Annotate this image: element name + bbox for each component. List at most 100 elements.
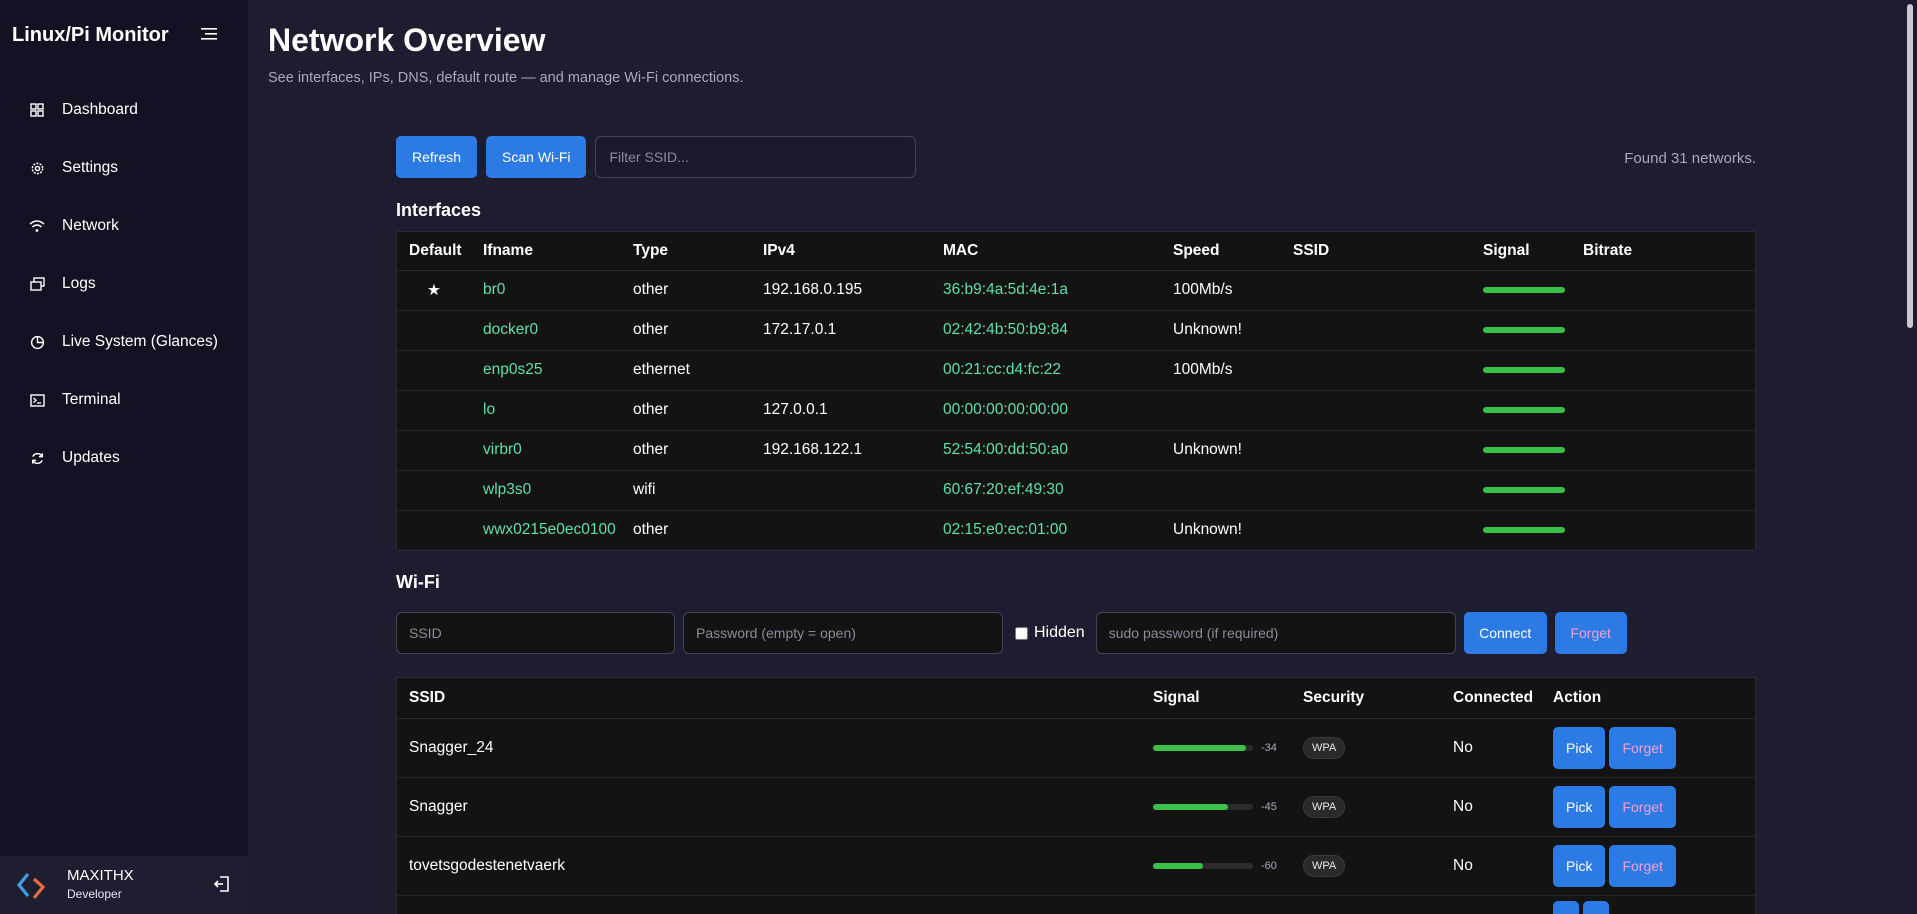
sidebar-item-live-system[interactable]: Live System (Glances)	[0, 313, 248, 371]
signal-bar	[1483, 287, 1565, 293]
pick-button[interactable]	[1553, 901, 1579, 914]
col-ssid: SSID	[397, 678, 1141, 719]
security-badge: WPA	[1303, 795, 1346, 818]
signal-meter	[1153, 803, 1253, 810]
table-row: ★ br0 other 192.168.0.195 36:b9:4a:5d:4e…	[397, 270, 1755, 311]
table-row: Snagger_24 -34 WPA No Pick Forget	[397, 718, 1755, 778]
cell-ipv4: 192.168.0.195	[751, 270, 931, 311]
hidden-network-toggle[interactable]: Hidden	[1015, 624, 1085, 642]
table-row: lo other 127.0.0.1 00:00:00:00:00:00	[397, 390, 1755, 431]
page-subtitle: See interfaces, IPs, DNS, default route …	[268, 70, 744, 86]
signal-fill	[1153, 862, 1203, 869]
sidebar-item-label: Live System (Glances)	[62, 333, 218, 350]
cell-default	[397, 470, 471, 511]
sidebar-item-dashboard[interactable]: Dashboard	[0, 81, 248, 139]
signal-bar	[1483, 367, 1565, 373]
menu-toggle-icon[interactable]	[201, 27, 217, 41]
col-ssid: SSID	[1281, 232, 1471, 271]
cell-ssid	[1281, 510, 1471, 550]
interfaces-table: Default Ifname Type IPv4 MAC Speed SSID …	[397, 232, 1755, 550]
cell-ssid: Snagger	[397, 777, 1141, 837]
signal-bar	[1483, 407, 1565, 413]
cell-action: Pick Forget	[1541, 836, 1755, 896]
col-connected: Connected	[1441, 678, 1541, 719]
cell-signal	[1471, 470, 1571, 511]
password-input[interactable]	[683, 612, 1003, 654]
signal-meter	[1153, 862, 1253, 869]
sidebar-item-updates[interactable]: Updates	[0, 429, 248, 487]
cell-speed: Unknown!	[1161, 430, 1281, 471]
sidebar-item-logs[interactable]: Logs	[0, 255, 248, 313]
cell-bitrate	[1571, 470, 1755, 511]
windows-icon	[29, 276, 45, 292]
cell-ipv4	[751, 350, 931, 391]
cell-bitrate	[1571, 510, 1755, 550]
cell-ssid	[1281, 270, 1471, 311]
forget-network-button[interactable]: Forget	[1609, 785, 1676, 828]
brand-logo-icon	[17, 872, 46, 900]
cell-speed: 100Mb/s	[1161, 270, 1281, 311]
table-row: docker0 other 172.17.0.1 02:42:4b:50:b9:…	[397, 310, 1755, 351]
forget-network-button[interactable]	[1583, 901, 1609, 914]
signal-value: -45	[1261, 800, 1277, 813]
wifi-networks-table: SSID Signal Security Connected Action Sn…	[397, 678, 1755, 914]
sidebar-item-settings[interactable]: Settings	[0, 139, 248, 197]
cell-mac: 36:b9:4a:5d:4e:1a	[931, 270, 1161, 311]
sidebar-item-terminal[interactable]: Terminal	[0, 371, 248, 429]
cell-type: other	[633, 521, 669, 539]
cell-ifname: lo	[471, 390, 621, 431]
scrollbar-thumb[interactable]	[1907, 4, 1913, 328]
page-scrollbar[interactable]	[1905, 0, 1915, 914]
sidebar-item-label: Settings	[62, 159, 119, 176]
cell-bitrate	[1571, 350, 1755, 391]
cell-connected: No	[1441, 718, 1541, 778]
gear-icon	[29, 160, 45, 176]
refresh-button[interactable]: Refresh	[396, 136, 478, 178]
forget-network-button[interactable]: Forget	[1609, 726, 1676, 769]
hidden-checkbox[interactable]	[1015, 626, 1028, 640]
sidebar-item-label: Updates	[62, 449, 120, 466]
cell-ifname: docker0	[471, 310, 621, 351]
table-row: virbr0 other 192.168.122.1 52:54:00:dd:5…	[397, 430, 1755, 471]
logout-icon[interactable]	[213, 875, 231, 893]
sudo-password-input[interactable]	[1095, 612, 1456, 654]
sidebar-item-label: Network	[62, 217, 119, 234]
forget-network-button[interactable]: Forget	[1609, 844, 1676, 887]
cell-type: wifi	[621, 470, 751, 511]
forget-button[interactable]: Forget	[1554, 612, 1627, 654]
cell-bitrate	[1571, 310, 1755, 351]
pick-button[interactable]: Pick	[1553, 785, 1606, 828]
cell-ipv4: 172.17.0.1	[751, 310, 931, 351]
signal-fill	[1153, 744, 1246, 751]
cell-bitrate	[1571, 430, 1755, 471]
cell-ipv4: 192.168.122.1	[751, 430, 931, 471]
cell-default	[397, 310, 471, 351]
signal-bar	[1483, 527, 1565, 534]
cell-security: WPA	[1291, 777, 1441, 837]
cell-connected: No	[1441, 836, 1541, 896]
scan-wifi-button[interactable]: Scan Wi-Fi	[486, 136, 587, 178]
table-row: enp0s25 ethernet 00:21:cc:d4:fc:22 100Mb…	[397, 350, 1755, 391]
cell-bitrate	[1571, 270, 1755, 311]
cell-ssid	[1281, 390, 1471, 431]
cell-security: WPA	[1291, 718, 1441, 778]
cell-mac: 60:67:20:ef:49:30	[931, 470, 1161, 511]
table-row: wwx0215e0ec0100 other 02:15:e0:ec:01:00 …	[397, 510, 1755, 550]
filter-ssid-input[interactable]	[595, 136, 917, 178]
connect-button[interactable]: Connect	[1463, 612, 1547, 654]
page-title: Network Overview	[268, 22, 546, 58]
cell-ssid: Snagger_24	[397, 718, 1141, 778]
wifi-networks-panel: SSID Signal Security Connected Action Sn…	[396, 677, 1756, 914]
cell-connected: No	[1441, 777, 1541, 837]
cell-default	[397, 390, 471, 431]
sidebar-item-network[interactable]: Network	[0, 197, 248, 255]
pick-button[interactable]: Pick	[1553, 844, 1606, 887]
default-route-star: ★	[397, 270, 471, 311]
signal-bar	[1483, 487, 1565, 493]
signal-fill	[1153, 803, 1228, 810]
ssid-input[interactable]	[396, 612, 675, 654]
col-default: Default	[397, 232, 471, 271]
pie-chart-icon	[29, 334, 45, 350]
pick-button[interactable]: Pick	[1553, 726, 1606, 769]
cell-mac: 02:42:4b:50:b9:84	[931, 310, 1161, 351]
